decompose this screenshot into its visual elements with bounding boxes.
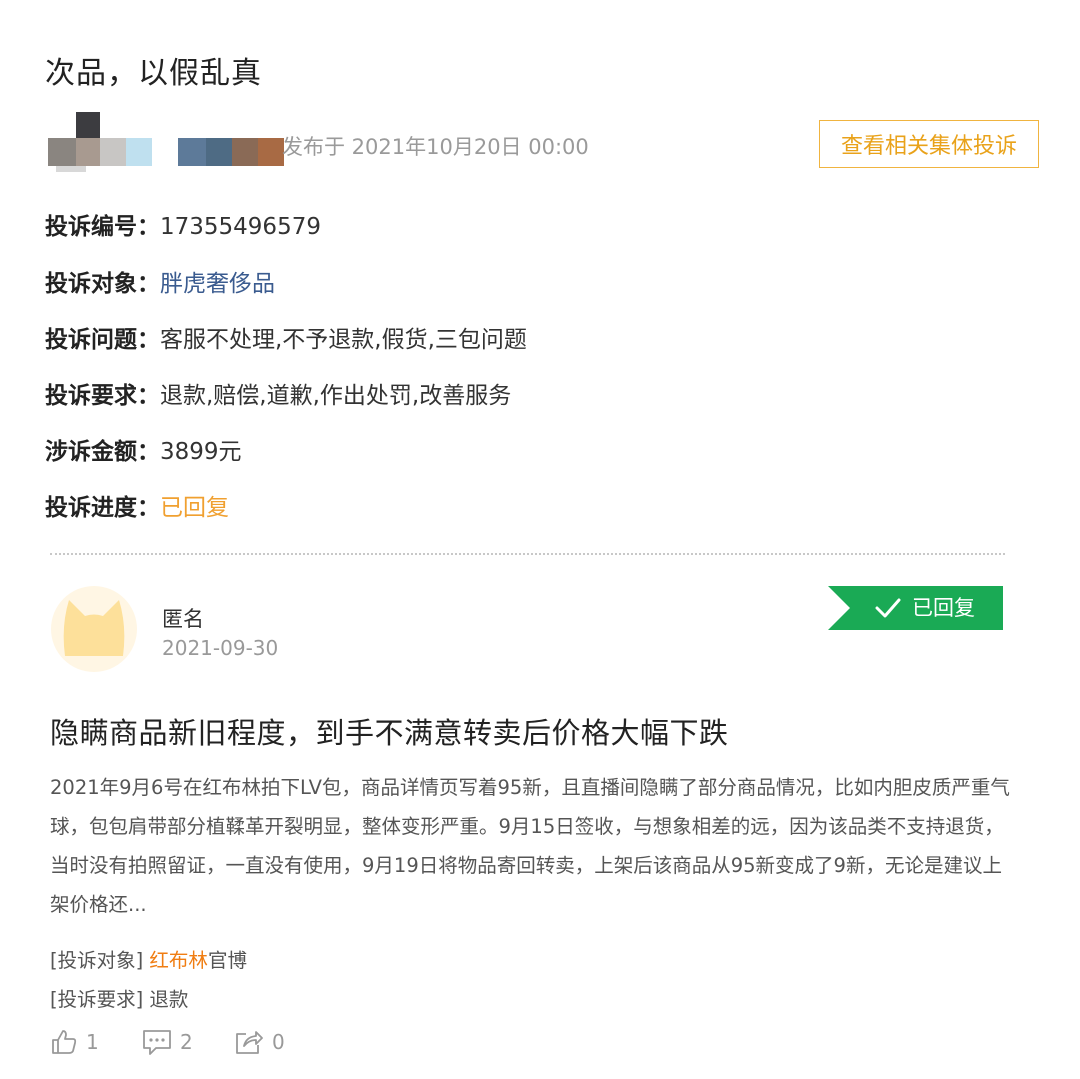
publisher-avatar[interactable] — [48, 112, 158, 176]
post-date: 2021-09-30 — [162, 636, 279, 660]
post-target-line: [投诉对象] 红布林官博 — [50, 944, 247, 973]
complaint-target-row: 投诉对象：胖虎奢侈品 — [45, 264, 275, 298]
complaint-amount-label: 涉诉金额： — [45, 439, 160, 465]
complaint-target-label: 投诉对象： — [45, 271, 160, 297]
cat-avatar-icon — [51, 586, 137, 672]
complaint-request-label: 投诉要求： — [45, 383, 160, 409]
complaint-id-label: 投诉编号： — [45, 214, 160, 240]
publish-time: 发布于 2021年10月20日 00:00 — [282, 135, 589, 159]
post-request-value: 退款 — [149, 988, 189, 1011]
replied-badge: 已回复 — [828, 586, 1003, 630]
post-target-highlight[interactable]: 红布林 — [149, 949, 208, 972]
complaint-issue-value: 客服不处理,不予退款,假货,三包问题 — [160, 327, 527, 353]
share-icon — [236, 1031, 263, 1054]
complaint-amount-value: 3899元 — [160, 439, 242, 465]
post-request-label: [投诉要求] — [50, 988, 144, 1011]
like-button[interactable]: 1 — [50, 1028, 99, 1056]
post-title[interactable]: 隐瞒商品新旧程度，到手不满意转卖后价格大幅下跌 — [50, 710, 729, 752]
complaint-id-row: 投诉编号：17355496579 — [45, 207, 321, 241]
complaint-progress-label: 投诉进度： — [45, 495, 160, 521]
view-collective-complaints-button[interactable]: 查看相关集体投诉 — [819, 120, 1039, 168]
complaint-id-value: 17355496579 — [160, 214, 321, 240]
complaint-request-value: 退款,赔偿,道歉,作出处罚,改善服务 — [160, 383, 512, 409]
complaint-progress-status: 已回复 — [160, 495, 229, 521]
comment-button[interactable]: 2 — [142, 1028, 193, 1056]
complaint-target-link[interactable]: 胖虎奢侈品 — [160, 271, 275, 297]
post-request-line: [投诉要求] 退款 — [50, 983, 188, 1012]
section-divider — [50, 553, 1005, 555]
share-button[interactable]: 0 — [234, 1028, 285, 1056]
comment-count: 2 — [180, 1030, 193, 1054]
complaint-amount-row: 涉诉金额：3899元 — [45, 432, 242, 466]
complaint-issue-label: 投诉问题： — [45, 327, 160, 353]
post-target-label: [投诉对象] — [50, 949, 144, 972]
thumbs-up-icon — [52, 1030, 77, 1054]
publisher-name[interactable] — [178, 138, 288, 166]
post-target-suffix: 官博 — [207, 949, 247, 972]
complaint-progress-row: 投诉进度：已回复 — [45, 488, 229, 522]
post-body: 2021年9月6号在红布林拍下LV包，商品详情页写着95新，且直播间隐瞒了部分商… — [50, 776, 1010, 916]
share-count: 0 — [272, 1030, 285, 1054]
like-count: 1 — [86, 1030, 99, 1054]
page-title: 次品，以假乱真 — [45, 56, 262, 91]
complaint-issue-row: 投诉问题：客服不处理,不予退款,假货,三包问题 — [45, 320, 527, 354]
complaint-request-row: 投诉要求：退款,赔偿,道歉,作出处罚,改善服务 — [45, 376, 511, 410]
comment-icon — [143, 1030, 171, 1055]
post-user-name[interactable]: 匿名 — [162, 603, 204, 633]
check-icon — [875, 598, 901, 618]
replied-badge-label: 已回复 — [912, 596, 975, 620]
